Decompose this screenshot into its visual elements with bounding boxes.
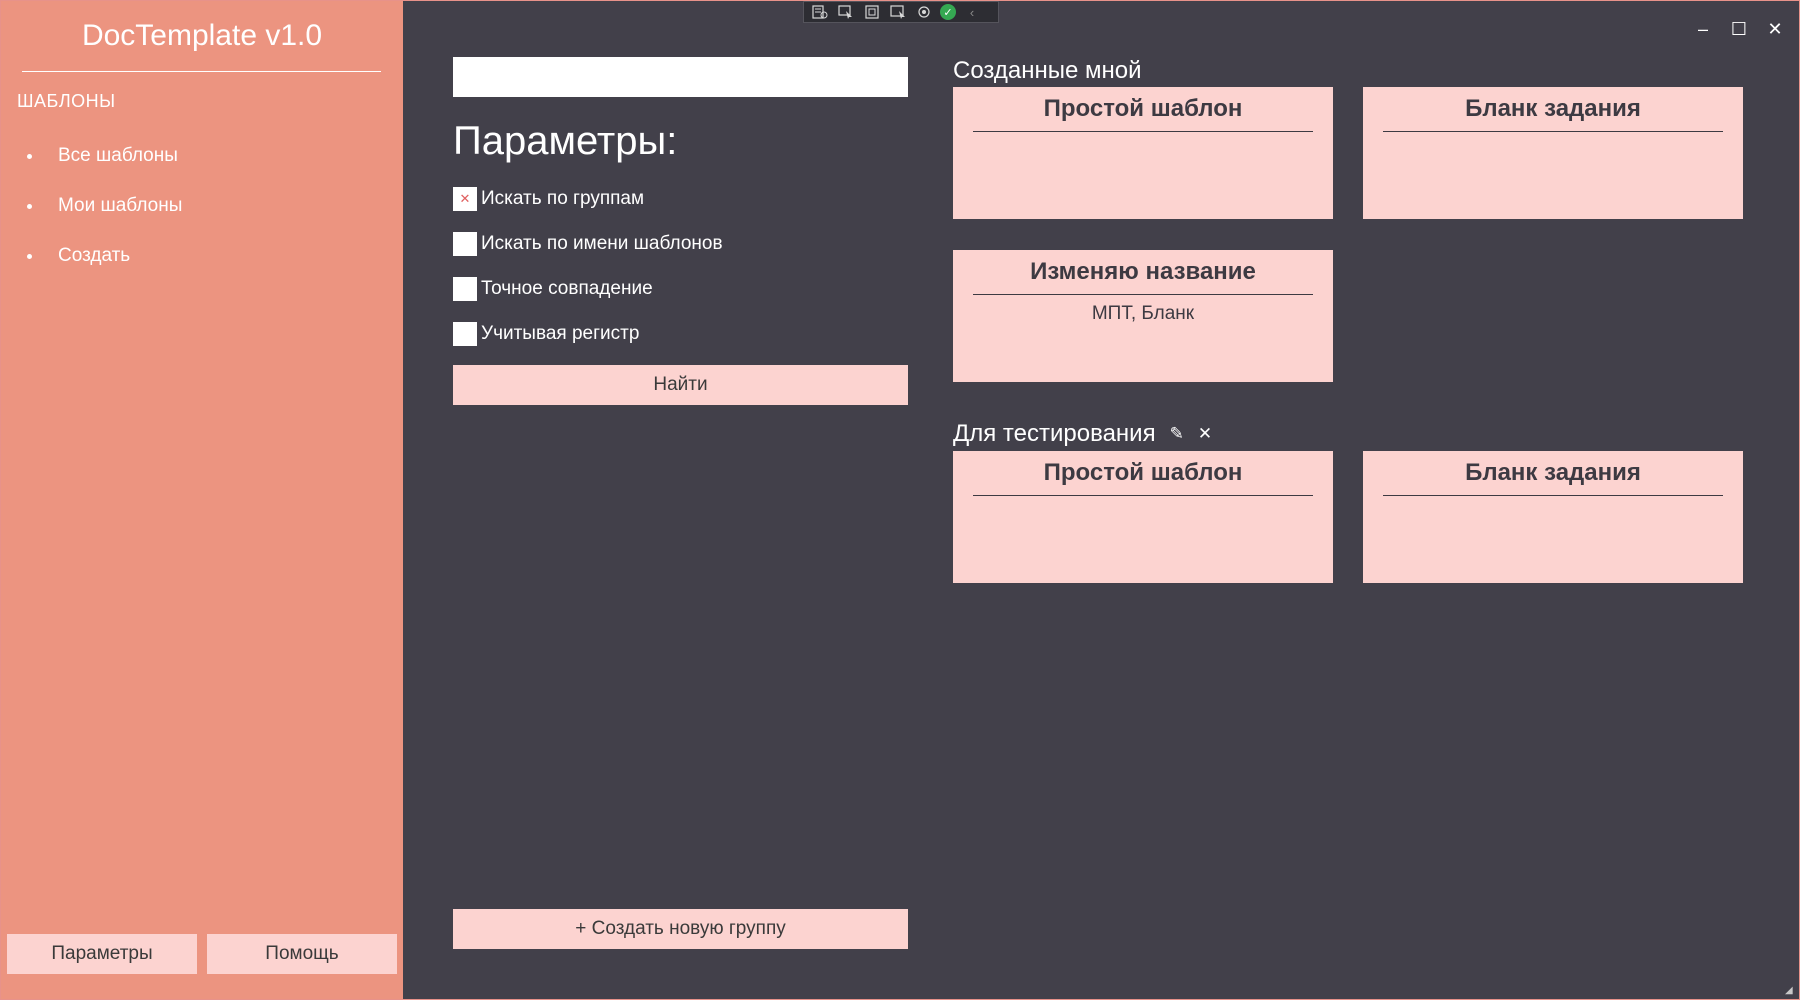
template-card[interactable]: Бланк задания (1363, 87, 1743, 219)
sidebar: DocTemplate v1.0 ШАБЛОНЫ Все шаблоны Мои… (1, 1, 403, 999)
card-title: Простой шаблон (1043, 95, 1243, 122)
pencil-icon[interactable]: ✎ (1170, 424, 1184, 444)
template-card[interactable]: Простой шаблон (953, 87, 1333, 219)
select-element-icon[interactable] (836, 4, 856, 20)
checkbox-icon[interactable] (453, 232, 477, 256)
sidebar-item-label: Все шаблоны (58, 145, 178, 166)
card-title: Бланк задания (1465, 95, 1641, 122)
sidebar-item-create[interactable]: Создать (23, 231, 182, 281)
app-title: DocTemplate v1.0 (81, 19, 323, 52)
display-layout-icon[interactable] (862, 4, 882, 20)
card-tags: МПТ, Бланк (1091, 303, 1195, 324)
title-divider (22, 71, 381, 72)
checkbox-checked-icon[interactable]: ✕ (453, 187, 477, 211)
hot-reload-icon[interactable] (914, 4, 934, 20)
sidebar-item-label: Создать (58, 245, 131, 266)
checkbox-icon[interactable] (453, 277, 477, 301)
group-title-for-testing: Для тестирования ✎ ✕ (953, 420, 1212, 448)
option-label: Искать по имени шаблонов (481, 233, 723, 254)
sidebar-item-my-templates[interactable]: Мои шаблоны (23, 181, 182, 231)
find-button[interactable]: Найти (453, 365, 908, 405)
option-label: Учитывая регистр (481, 323, 640, 344)
success-check-icon: ✓ (940, 4, 956, 20)
option-label: Искать по группам (481, 188, 645, 209)
app-window: DocTemplate v1.0 ШАБЛОНЫ Все шаблоны Мои… (0, 0, 1800, 1000)
bullet-icon (27, 153, 32, 159)
sidebar-item-all-templates[interactable]: Все шаблоны (23, 131, 182, 181)
track-focus-icon[interactable] (888, 4, 908, 20)
group-title-label: Созданные мной (953, 57, 1142, 84)
sidebar-nav: Все шаблоны Мои шаблоны Создать (23, 131, 182, 281)
close-icon[interactable]: ✕ (1198, 424, 1212, 444)
sidebar-item-label: Мои шаблоны (58, 195, 183, 216)
option-exact-match[interactable]: Точное совпадение (453, 277, 653, 301)
option-label: Точное совпадение (481, 278, 653, 299)
create-group-button[interactable]: + Создать новую группу (453, 909, 908, 949)
option-search-by-template-name[interactable]: Искать по имени шаблонов (453, 232, 723, 256)
live-tree-icon[interactable] (810, 4, 830, 20)
template-card[interactable]: Изменяю название МПТ, Бланк (953, 250, 1333, 382)
card-title: Изменяю название (1030, 258, 1256, 285)
option-search-by-groups[interactable]: ✕ Искать по группам (453, 187, 644, 211)
close-icon[interactable]: ✕ (1763, 17, 1787, 41)
debug-toolbar: ✓ ‹ (803, 1, 999, 23)
checkbox-icon[interactable] (453, 322, 477, 346)
minimize-icon[interactable]: – (1691, 17, 1715, 41)
group-title-label: Для тестирования (953, 420, 1156, 447)
card-tags (953, 496, 1333, 504)
help-button[interactable]: Помощь (207, 934, 397, 974)
bullet-icon (27, 203, 32, 209)
card-tags (1363, 132, 1743, 140)
parameters-heading: Параметры: (453, 119, 678, 163)
card-tags (1363, 496, 1743, 504)
resize-grip-icon[interactable]: ◢ (1785, 985, 1797, 997)
sidebar-section-label: ШАБЛОНЫ (17, 91, 116, 111)
card-title: Простой шаблон (1043, 459, 1243, 486)
bullet-icon (27, 253, 32, 259)
maximize-icon[interactable]: ☐ (1727, 17, 1751, 41)
group-title-created-by-me: Созданные мной (953, 57, 1142, 85)
search-input[interactable] (453, 57, 908, 97)
parameters-button[interactable]: Параметры (7, 934, 197, 974)
card-title: Бланк задания (1465, 459, 1641, 486)
window-controls: – ☐ ✕ (1691, 17, 1787, 41)
template-card[interactable]: Бланк задания (1363, 451, 1743, 583)
collapse-chevron-icon[interactable]: ‹ (962, 4, 982, 20)
template-card[interactable]: Простой шаблон (953, 451, 1333, 583)
option-case-sensitive[interactable]: Учитывая регистр (453, 322, 639, 346)
card-tags (953, 132, 1333, 140)
